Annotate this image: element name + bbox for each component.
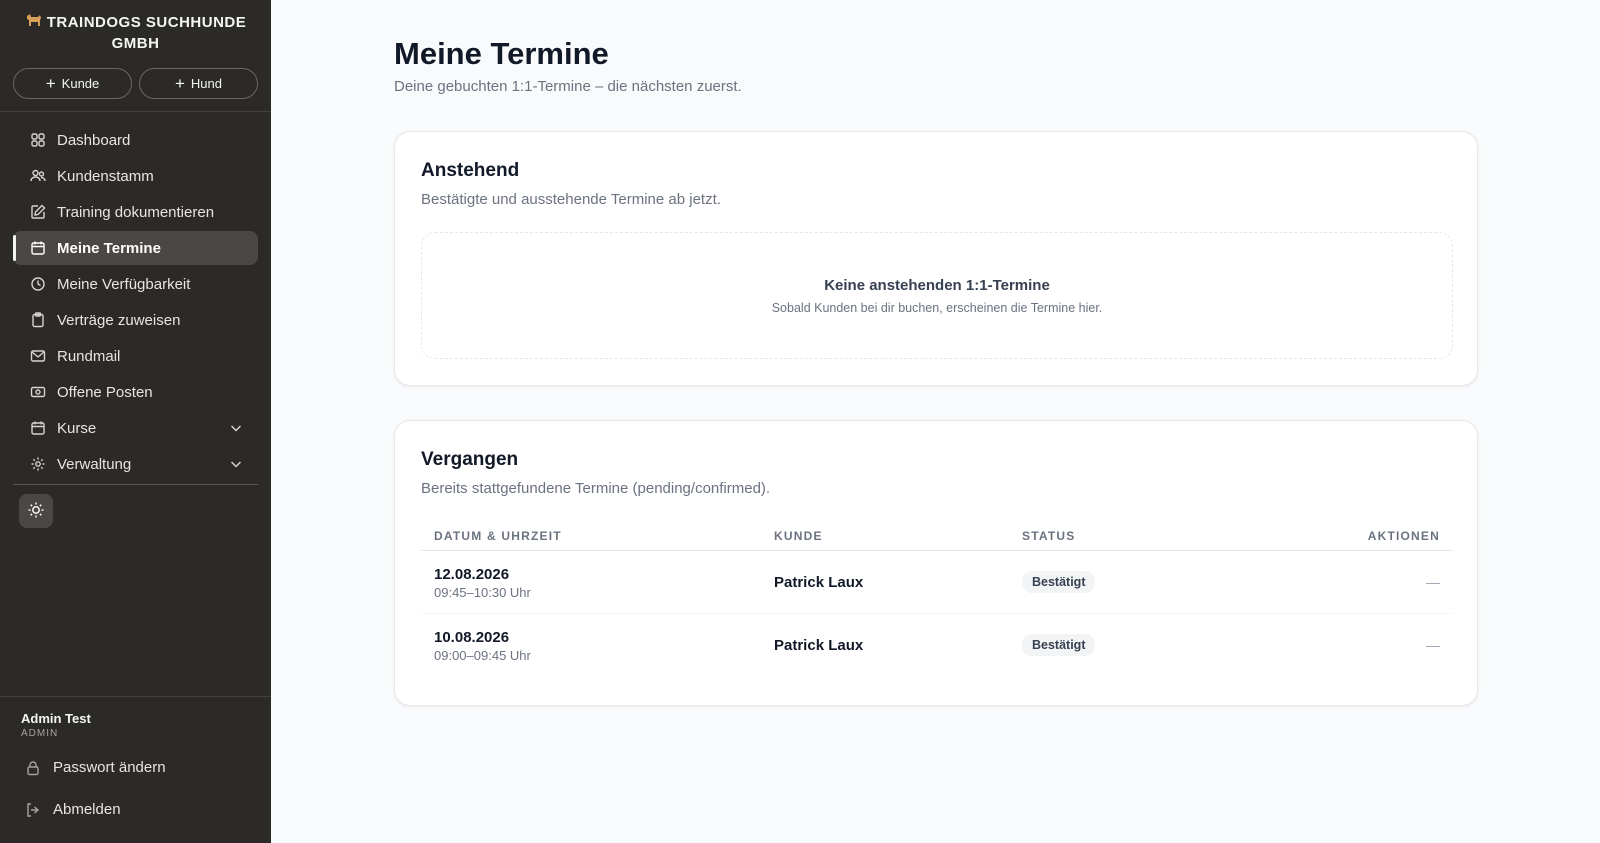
- sidebar-item-label: Meine Verfügbarkeit: [57, 275, 191, 293]
- clock-icon: [30, 276, 46, 292]
- sidebar-item-verwaltung[interactable]: Verwaltung: [13, 447, 258, 481]
- past-title: Vergangen: [421, 449, 519, 470]
- money-icon: [30, 384, 46, 400]
- clipboard-icon: [30, 312, 46, 328]
- table-header: DATUM & UHRZEIT KUNDE STATUS AKTIONEN: [421, 521, 1453, 551]
- edit-icon: [30, 204, 46, 220]
- change-password-link[interactable]: Passwort ändern: [25, 759, 166, 776]
- empty-state-subtitle: Sobald Kunden bei dir buchen, erscheinen…: [771, 301, 1103, 315]
- logout-link[interactable]: Abmelden: [25, 801, 121, 818]
- sidebar-item-label: Verwaltung: [57, 455, 132, 473]
- add-dog-label: Hund: [190, 76, 222, 91]
- appointment-date: 10.08.2026: [434, 629, 510, 646]
- sidebar-item-label: Rundmail: [57, 347, 121, 365]
- theme-toggle-button[interactable]: [19, 494, 53, 528]
- users-icon: [30, 168, 46, 184]
- sidebar-item-rundmail[interactable]: Rundmail: [13, 339, 258, 373]
- brand-name: TRAINDOGS SUCHHUNDE GMBH: [46, 14, 247, 52]
- user-name: Admin Test: [21, 711, 91, 726]
- sidebar-item-vertraege[interactable]: Verträge zuweisen: [13, 303, 258, 337]
- sidebar-item-label: Offene Posten: [57, 383, 153, 401]
- user-role: ADMIN: [21, 728, 59, 739]
- logout-icon: [25, 802, 41, 818]
- status-badge: Bestätigt: [1022, 571, 1096, 593]
- appointment-time: 09:45–10:30 Uhr: [434, 585, 531, 600]
- chevron-down-icon[interactable]: [228, 420, 244, 436]
- sidebar-item-kundenstamm[interactable]: Kundenstamm: [13, 159, 258, 193]
- main-content: Meine Termine Deine gebuchten 1:1-Termin…: [271, 0, 1600, 843]
- past-subtitle: Bereits stattgefundene Termine (pending/…: [421, 480, 771, 497]
- sun-icon: [27, 501, 45, 522]
- table-row[interactable]: 12.08.2026 09:45–10:30 Uhr Patrick Laux …: [421, 551, 1453, 614]
- upcoming-title: Anstehend: [421, 160, 520, 181]
- plus-icon: +: [45, 74, 56, 93]
- appointment-time: 09:00–09:45 Uhr: [434, 648, 531, 663]
- page-title: Meine Termine: [394, 36, 609, 71]
- mail-icon: [30, 348, 46, 364]
- add-customer-button[interactable]: + Kunde: [13, 68, 132, 99]
- sidebar-item-verfuegbarkeit[interactable]: Meine Verfügbarkeit: [13, 267, 258, 301]
- empty-state-title: Keine anstehenden 1:1-Termine: [824, 277, 1050, 294]
- sidebar-item-label: Verträge zuweisen: [57, 311, 181, 329]
- dog-icon: [25, 12, 43, 33]
- page-subtitle: Deine gebuchten 1:1-Termine – die nächst…: [394, 78, 742, 95]
- upcoming-subtitle: Bestätigte und ausstehende Termine ab je…: [421, 191, 721, 208]
- add-customer-label: Kunde: [61, 76, 100, 91]
- grid-icon: [30, 132, 46, 148]
- brand: TRAINDOGS SUCHHUNDE GMBH: [0, 12, 271, 54]
- column-header-customer: KUNDE: [774, 529, 823, 543]
- column-header-actions: AKTIONEN: [1367, 529, 1440, 543]
- past-appointments-table: DATUM & UHRZEIT KUNDE STATUS AKTIONEN 12…: [421, 521, 1453, 677]
- plus-icon: +: [174, 74, 185, 93]
- sidebar-item-label: Kurse: [57, 419, 97, 437]
- past-card: Vergangen Bereits stattgefundene Termine…: [394, 420, 1478, 706]
- customer-name: Patrick Laux: [774, 637, 864, 654]
- sidebar-item-label: Dashboard: [57, 131, 131, 149]
- logout-label: Abmelden: [53, 801, 121, 818]
- sidebar-item-dashboard[interactable]: Dashboard: [13, 123, 258, 157]
- table-row[interactable]: 10.08.2026 09:00–09:45 Uhr Patrick Laux …: [421, 614, 1453, 677]
- sidebar-nav: Dashboard Kundenstamm Training dokumenti…: [13, 123, 258, 483]
- divider: [13, 484, 258, 485]
- lock-icon: [25, 760, 41, 776]
- appointment-date: 12.08.2026: [434, 566, 510, 583]
- appointment-datetime: 10.08.2026 09:00–09:45 Uhr: [434, 629, 531, 663]
- customer-name: Patrick Laux: [774, 574, 864, 591]
- calendar-icon: [30, 420, 46, 436]
- status-badge: Bestätigt: [1022, 634, 1096, 656]
- appointment-datetime: 12.08.2026 09:45–10:30 Uhr: [434, 566, 531, 600]
- quick-actions: + Kunde + Hund: [13, 68, 258, 99]
- gear-icon: [30, 456, 46, 472]
- sidebar-item-label: Kundenstamm: [57, 167, 154, 185]
- change-password-label: Passwort ändern: [53, 759, 166, 776]
- empty-state: Keine anstehenden 1:1-Termine Sobald Kun…: [421, 232, 1453, 359]
- sidebar-item-training[interactable]: Training dokumentieren: [13, 195, 258, 229]
- column-header-date: DATUM & UHRZEIT: [434, 529, 562, 543]
- column-header-status: STATUS: [1022, 529, 1076, 543]
- row-actions: —: [1426, 574, 1440, 590]
- sidebar-item-label: Training dokumentieren: [57, 203, 215, 221]
- sidebar-item-kurse[interactable]: Kurse: [13, 411, 258, 445]
- add-dog-button[interactable]: + Hund: [139, 68, 258, 99]
- divider: [0, 696, 271, 697]
- sidebar-item-meine-termine[interactable]: Meine Termine: [13, 231, 258, 265]
- sidebar-item-offene-posten[interactable]: Offene Posten: [13, 375, 258, 409]
- upcoming-card: Anstehend Bestätigte und ausstehende Ter…: [394, 131, 1478, 386]
- sidebar-item-label: Meine Termine: [57, 239, 161, 257]
- calendar-icon: [30, 240, 46, 256]
- row-actions: —: [1426, 637, 1440, 653]
- divider: [0, 111, 271, 112]
- chevron-down-icon[interactable]: [228, 456, 244, 472]
- sidebar: TRAINDOGS SUCHHUNDE GMBH + Kunde + Hund …: [0, 0, 271, 843]
